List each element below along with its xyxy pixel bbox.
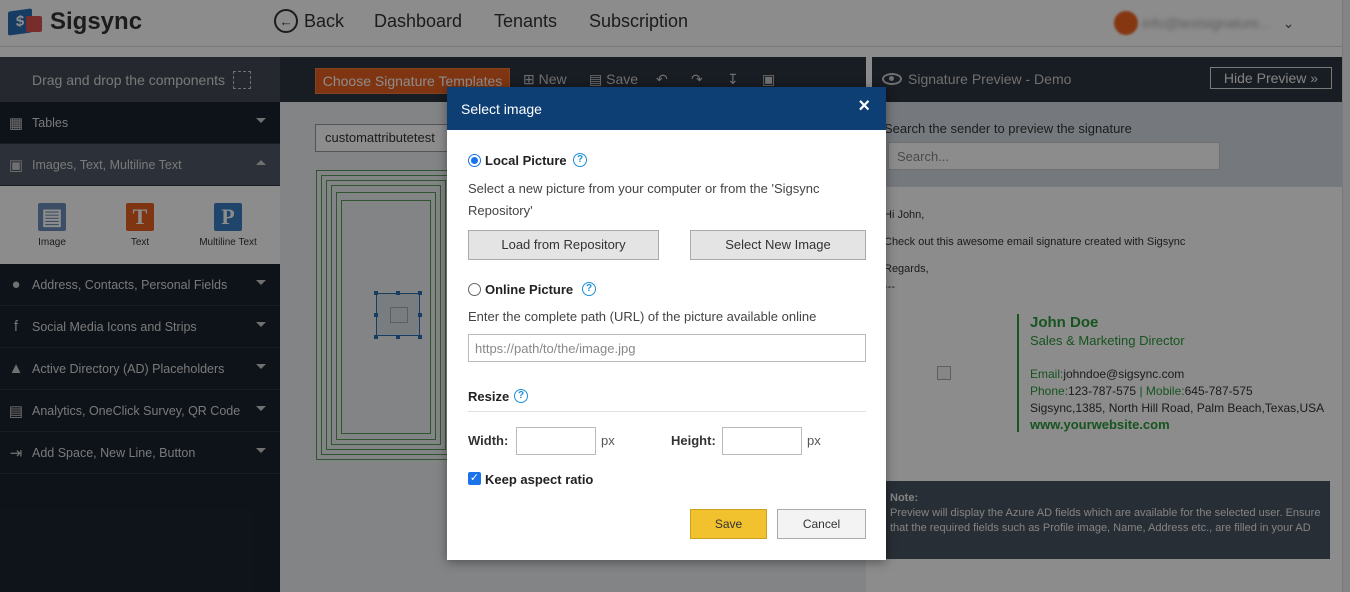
local-picture-description: Select a new picture from your computer … xyxy=(468,181,820,218)
close-icon[interactable]: × xyxy=(858,95,870,118)
local-picture-label[interactable]: Local Picture xyxy=(485,153,567,168)
help-icon[interactable]: ? xyxy=(582,282,596,296)
online-picture-label[interactable]: Online Picture xyxy=(485,282,573,297)
keep-aspect-checkbox[interactable]: ✓ xyxy=(468,472,481,485)
dialog-header: Select image × xyxy=(447,87,886,130)
select-image-dialog: Select image × Local Picture ? Select a … xyxy=(447,87,886,560)
height-unit: px xyxy=(807,433,821,448)
width-input[interactable] xyxy=(516,427,596,455)
height-input[interactable] xyxy=(722,427,802,455)
cancel-button[interactable]: Cancel xyxy=(777,509,866,539)
divider xyxy=(468,411,866,412)
height-label: Height: xyxy=(671,433,716,448)
load-from-repository-button[interactable]: Load from Repository xyxy=(468,230,659,260)
image-url-input[interactable]: https://path/to/the/image.jpg xyxy=(468,334,866,362)
online-picture-description: Enter the complete path (URL) of the pic… xyxy=(468,309,817,324)
save-button[interactable]: Save xyxy=(690,509,767,539)
online-picture-radio[interactable] xyxy=(468,283,481,296)
width-label: Width: xyxy=(468,433,509,448)
help-icon[interactable]: ? xyxy=(514,389,528,403)
width-unit: px xyxy=(601,433,615,448)
select-new-image-button[interactable]: Select New Image xyxy=(690,230,866,260)
local-picture-radio[interactable] xyxy=(468,154,481,167)
keep-aspect-label[interactable]: Keep aspect ratio xyxy=(485,472,593,487)
dialog-title: Select image xyxy=(461,100,542,117)
resize-label: Resize xyxy=(468,389,510,404)
help-icon[interactable]: ? xyxy=(573,153,587,167)
